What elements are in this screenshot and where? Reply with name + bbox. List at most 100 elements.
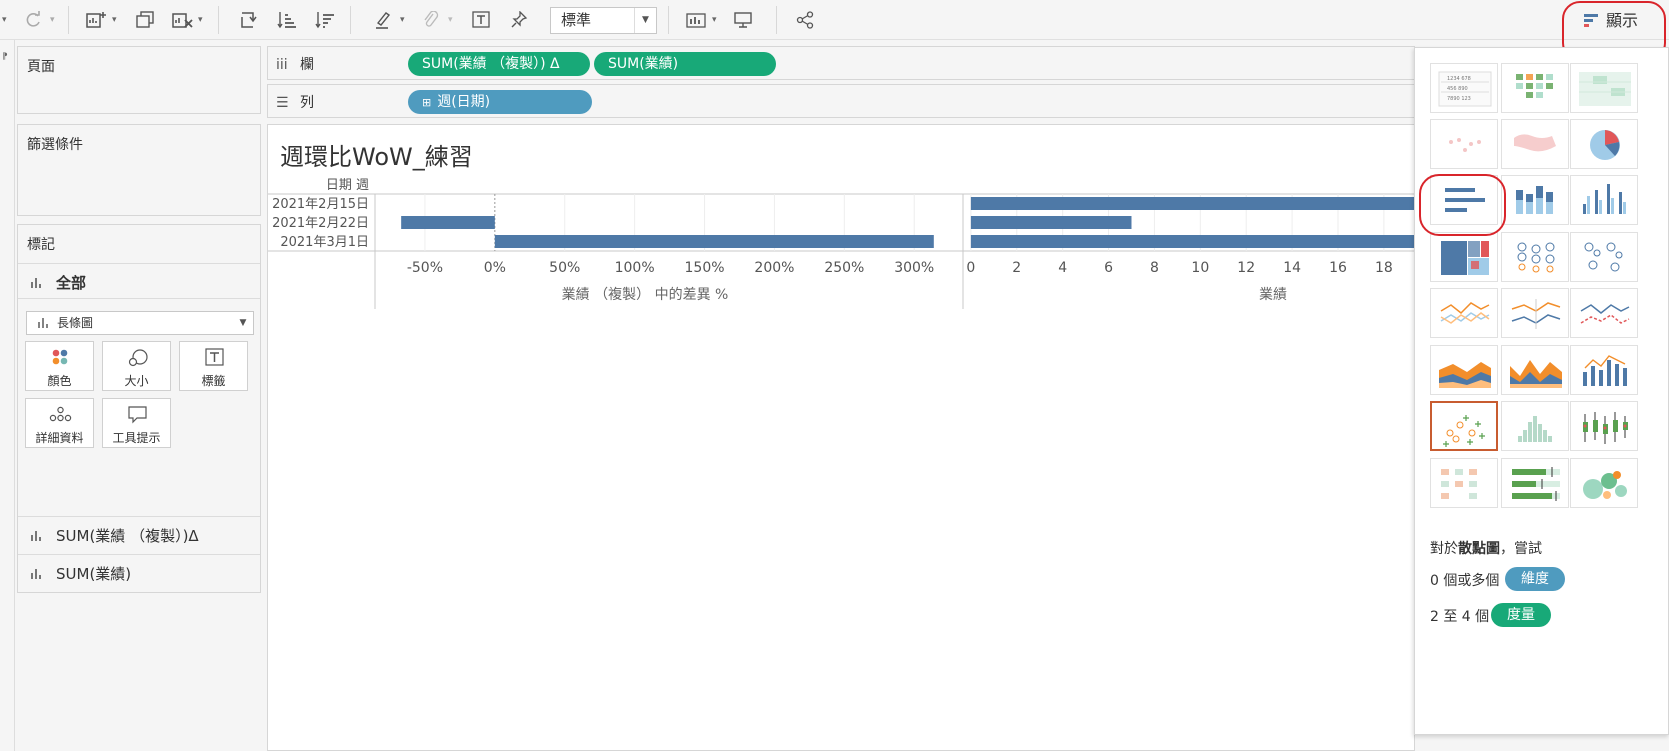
tooltip-button-label: 工具提示: [112, 431, 161, 445]
bar: [970, 216, 1132, 229]
horizontal-bar-icon[interactable]: [1430, 175, 1498, 225]
category-label: 2021年3月1日: [280, 235, 369, 250]
axis-title: 業績 （複製） 中的差異 %: [562, 286, 729, 303]
group-dropdown-arrow[interactable]: ▾: [448, 9, 453, 31]
clear-sheet-icon[interactable]: [170, 9, 196, 31]
size-icon: [128, 349, 148, 367]
color-button[interactable]: 顏色: [25, 341, 94, 391]
treemap-icon[interactable]: [1430, 232, 1498, 282]
side-by-side-circle-icon[interactable]: [1570, 232, 1638, 282]
tick-label: 0: [966, 260, 975, 276]
refresh-icon[interactable]: [20, 9, 46, 31]
continuous-line-icon[interactable]: [1430, 288, 1498, 338]
show-me-hint-chart: 散點圖: [1458, 541, 1500, 557]
tick-label: 100%: [615, 260, 655, 276]
mark-type-value: 長條圖: [57, 316, 94, 330]
swap-rows-columns-icon[interactable]: [236, 9, 262, 31]
tick-label: 16: [1329, 260, 1347, 276]
row-pill-label: 週(日期): [437, 94, 491, 110]
column-pill-sum-sales-copy[interactable]: SUM(業績 （複製）) Δ: [408, 52, 590, 76]
size-button[interactable]: 大小: [102, 341, 171, 391]
show-cards-dropdown-arrow[interactable]: ▾: [712, 9, 717, 31]
presentation-mode-icon[interactable]: [730, 9, 756, 31]
marks-measure-row[interactable]: SUM(業績): [18, 554, 260, 590]
color-button-label: 顏色: [47, 374, 72, 388]
tooltip-icon: [128, 406, 147, 424]
marks-measure-row[interactable]: SUM(業績 （複製）)Δ: [18, 516, 260, 552]
share-icon[interactable]: [792, 9, 818, 31]
toolbar: ▾ ▾ ▾ ▾ ▾ ▾ 標準 ▼ ▾ 顯示: [0, 0, 1669, 40]
row-pill-week-date[interactable]: ⊞ 週(日期): [408, 90, 592, 114]
collapse-arrow-icon[interactable]: ⁋: [2, 52, 8, 62]
marks-card-title: 標記: [27, 237, 55, 253]
sort-ascending-icon[interactable]: [274, 9, 300, 31]
tick-label: -50%: [407, 260, 443, 276]
side-by-side-bar-icon[interactable]: [1570, 175, 1638, 225]
dual-combination-icon[interactable]: [1570, 345, 1638, 395]
circle-views-icon[interactable]: [1501, 232, 1569, 282]
tick-label: 6: [1104, 260, 1113, 276]
show-me-button[interactable]: 顯示: [1578, 8, 1658, 34]
pin-icon[interactable]: [506, 9, 532, 31]
filled-map-icon[interactable]: [1501, 119, 1569, 169]
toolbar-separator: [350, 6, 351, 34]
column-pill-sum-sales[interactable]: SUM(業績): [594, 52, 776, 76]
bar-chart-icon: [31, 569, 41, 579]
new-worksheet-icon[interactable]: [84, 9, 110, 31]
highlight-dropdown-arrow[interactable]: ▾: [400, 9, 405, 31]
packed-bubbles-icon[interactable]: [1570, 458, 1638, 508]
area-continuous-icon[interactable]: [1430, 345, 1498, 395]
tick-label: 2: [1012, 260, 1021, 276]
mark-type-select[interactable]: 長條圖 ▼: [26, 311, 254, 335]
stacked-bar-icon[interactable]: [1501, 175, 1569, 225]
fit-select-value: 標準: [561, 11, 592, 29]
tooltip-button[interactable]: 工具提示: [102, 398, 171, 448]
tick-label: 12: [1237, 260, 1255, 276]
duplicate-sheet-icon[interactable]: [132, 9, 158, 31]
tick-label: 250%: [824, 260, 864, 276]
tick-label: 200%: [754, 260, 794, 276]
show-cards-icon[interactable]: [684, 9, 710, 31]
tick-label: 300%: [894, 260, 934, 276]
sort-descending-icon[interactable]: [312, 9, 338, 31]
bullet-graph-icon[interactable]: [1501, 458, 1569, 508]
tick-label: 4: [1058, 260, 1067, 276]
columns-shelf[interactable]: iii 欄 SUM(業績 （複製）) Δ SUM(業績): [267, 46, 1415, 80]
columns-shelf-label: iii 欄: [276, 57, 314, 73]
filters-card[interactable]: 篩選條件: [17, 124, 261, 216]
refresh-dropdown-arrow[interactable]: ▾: [50, 9, 55, 31]
tick-label: 14: [1283, 260, 1301, 276]
scatter-plot-icon[interactable]: [1430, 401, 1498, 451]
clear-sheet-dropdown-arrow[interactable]: ▾: [198, 9, 203, 31]
toolbar-separator: [218, 6, 219, 34]
detail-icon: [49, 406, 72, 422]
tick-label: 10: [1191, 260, 1209, 276]
text-table-icon[interactable]: 1234 678 456 890 7890 123: [1430, 63, 1498, 113]
gantt-chart-icon[interactable]: [1430, 458, 1498, 508]
marks-all-tab[interactable]: 全部: [18, 263, 260, 299]
show-mark-labels-icon[interactable]: [468, 9, 494, 31]
undo-dropdown-arrow[interactable]: ▾: [2, 9, 7, 31]
label-button[interactable]: 標籤: [179, 341, 248, 391]
toolbar-separator: [68, 6, 69, 34]
symbol-map-icon[interactable]: [1430, 119, 1498, 169]
row-header-label: 日期 週: [326, 178, 369, 193]
svg-text:1234 678: 1234 678: [1447, 76, 1471, 82]
highlight-table-icon[interactable]: [1570, 63, 1638, 113]
tick-label: 8: [1150, 260, 1159, 276]
histogram-icon[interactable]: [1501, 401, 1569, 451]
group-members-icon[interactable]: [418, 9, 444, 31]
heat-map-icon[interactable]: [1501, 63, 1569, 113]
new-worksheet-dropdown-arrow[interactable]: ▾: [112, 9, 117, 31]
area-discrete-icon[interactable]: [1501, 345, 1569, 395]
pie-chart-icon[interactable]: [1570, 119, 1638, 169]
rows-shelf[interactable]: ☰ 列 ⊞ 週(日期): [267, 84, 1415, 118]
dual-line-icon[interactable]: [1570, 288, 1638, 338]
discrete-line-icon[interactable]: [1501, 288, 1569, 338]
fit-select[interactable]: 標準 ▼: [550, 7, 657, 34]
highlight-icon[interactable]: [370, 9, 396, 31]
box-whisker-icon[interactable]: [1570, 401, 1638, 451]
pages-card[interactable]: 頁面: [17, 46, 261, 114]
svg-text:7890 123: 7890 123: [1447, 96, 1471, 102]
detail-button[interactable]: 詳細資料: [25, 398, 94, 448]
